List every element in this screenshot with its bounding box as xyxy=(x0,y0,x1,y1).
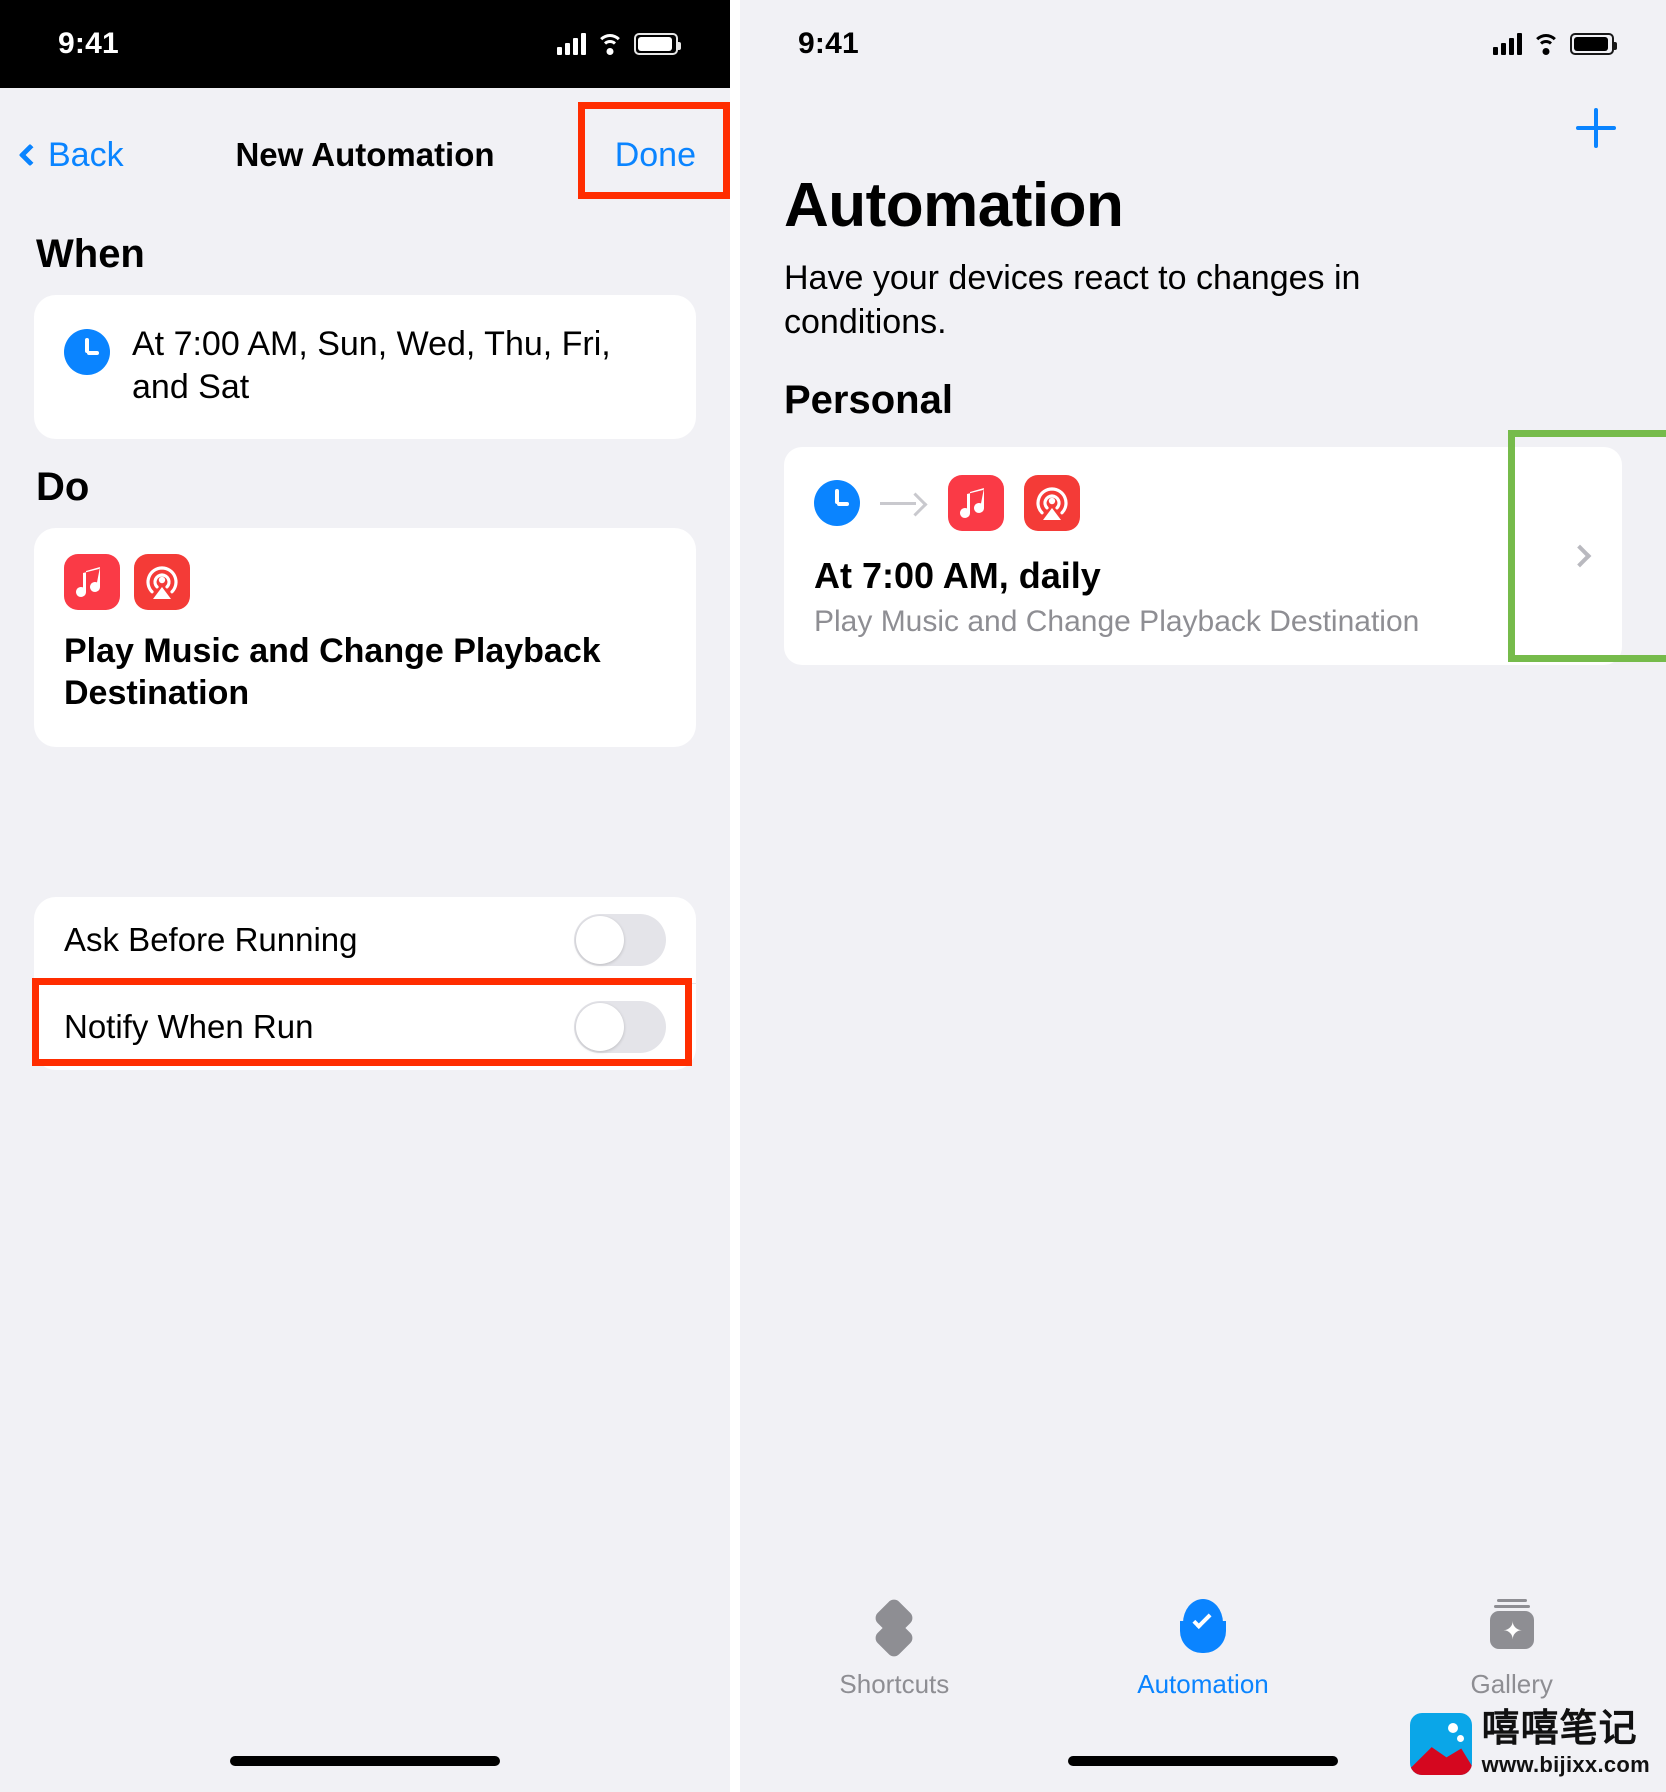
panel-gutter xyxy=(730,0,740,1792)
group-heading-personal: Personal xyxy=(784,378,953,423)
tab-label: Gallery xyxy=(1470,1669,1553,1699)
ask-before-running-toggle[interactable] xyxy=(574,914,666,967)
page-subtitle: Have your devices react to changes in co… xyxy=(784,259,1361,341)
new-automation-sheet: Back New Automation Done When At 7:00 AM… xyxy=(0,104,730,1792)
action-app-icons xyxy=(64,553,666,610)
wifi-icon xyxy=(1532,33,1560,55)
back-button-label: Back xyxy=(48,135,124,174)
shortcuts-icon xyxy=(865,1596,923,1660)
status-bar-right: 9:41 xyxy=(740,0,1666,88)
trigger-text: At 7:00 AM, Sun, Wed, Thu, Fri, and Sat xyxy=(132,325,611,406)
toggle-knob xyxy=(576,916,624,965)
tab-bar: Shortcuts Automation ✦ Gallery xyxy=(740,1596,1666,1700)
right-phone-screen: 9:41 Automation Have your devices react … xyxy=(740,0,1666,1792)
status-icons xyxy=(1493,33,1617,55)
when-section-heading: When xyxy=(36,232,145,276)
automation-icon-row xyxy=(814,475,1592,532)
trigger-card[interactable]: At 7:00 AM, Sun, Wed, Thu, Fri, and Sat xyxy=(34,295,696,439)
options-group: Ask Before Running Notify When Run xyxy=(34,897,696,1071)
trigger-row[interactable]: At 7:00 AM, Sun, Wed, Thu, Fri, and Sat xyxy=(34,295,696,439)
modal-sheet-stack: Back New Automation Done When At 7:00 AM… xyxy=(0,104,730,1792)
status-time: 9:41 xyxy=(58,27,119,60)
photo-mountain-logo-icon xyxy=(1409,1713,1472,1775)
plus-icon[interactable] xyxy=(1570,102,1622,154)
back-button[interactable]: Back xyxy=(18,135,124,175)
tab-label: Shortcuts xyxy=(839,1669,950,1699)
watermark: 嘻嘻笔记 www.bijixx.com xyxy=(1409,1710,1650,1778)
done-button[interactable]: Done xyxy=(615,136,696,175)
clock-icon xyxy=(64,329,110,375)
status-time: 9:41 xyxy=(798,27,859,60)
tab-label: Automation xyxy=(1137,1669,1269,1699)
music-app-icon xyxy=(948,475,1004,532)
automation-title: At 7:00 AM, daily xyxy=(814,555,1101,597)
watermark-brand: 嘻嘻笔记 xyxy=(1481,1708,1638,1750)
airplay-app-icon xyxy=(1024,475,1080,532)
option-row-notify-when-run[interactable]: Notify When Run xyxy=(34,984,696,1070)
status-bar-left: 9:41 xyxy=(0,0,730,88)
toggle-knob xyxy=(576,1003,624,1052)
tab-shortcuts[interactable]: Shortcuts xyxy=(740,1596,1049,1700)
left-phone-screen: 9:41 Back New Automation Done When At 7:… xyxy=(0,0,730,1792)
automation-subtitle: Play Music and Change Playback Destinati… xyxy=(814,605,1420,639)
cellular-bars-icon xyxy=(1493,33,1522,55)
action-text: Play Music and Change Playback Destinati… xyxy=(64,631,601,713)
battery-icon xyxy=(634,33,681,55)
automation-icon xyxy=(1174,1597,1232,1655)
option-label: Notify When Run xyxy=(64,1008,314,1046)
notify-when-run-toggle[interactable] xyxy=(574,1001,666,1054)
home-indicator-left xyxy=(230,1756,500,1766)
do-section-heading: Do xyxy=(36,464,90,509)
chevron-left-icon xyxy=(18,143,42,167)
status-icons xyxy=(557,33,681,55)
music-app-icon xyxy=(64,553,120,610)
battery-icon xyxy=(1570,33,1617,55)
cellular-bars-icon xyxy=(557,33,586,55)
wifi-icon xyxy=(596,33,624,55)
tab-gallery[interactable]: ✦ Gallery xyxy=(1357,1597,1666,1700)
automation-list-item[interactable]: At 7:00 AM, daily Play Music and Change … xyxy=(784,447,1622,666)
watermark-url: www.bijixx.com xyxy=(1481,1752,1650,1777)
option-label: Ask Before Running xyxy=(64,921,358,959)
home-indicator-right xyxy=(1068,1756,1338,1766)
action-card[interactable]: Play Music and Change Playback Destinati… xyxy=(34,527,696,748)
option-row-ask-before-running[interactable]: Ask Before Running xyxy=(34,897,696,983)
arrow-right-icon xyxy=(880,491,928,515)
tab-automation[interactable]: Automation xyxy=(1049,1597,1358,1700)
automation-page-header: Automation Have your devices react to ch… xyxy=(740,88,1666,423)
clock-icon xyxy=(814,480,860,527)
page-title: Automation xyxy=(784,171,1124,240)
sheet-navbar: Back New Automation Done xyxy=(0,104,730,206)
watermark-text: 嘻嘻笔记 www.bijixx.com xyxy=(1482,1710,1650,1778)
airplay-app-icon xyxy=(134,553,190,610)
gallery-icon: ✦ xyxy=(1483,1597,1541,1655)
screenshot-stage: 9:41 Back New Automation Done When At 7:… xyxy=(0,0,1666,1792)
